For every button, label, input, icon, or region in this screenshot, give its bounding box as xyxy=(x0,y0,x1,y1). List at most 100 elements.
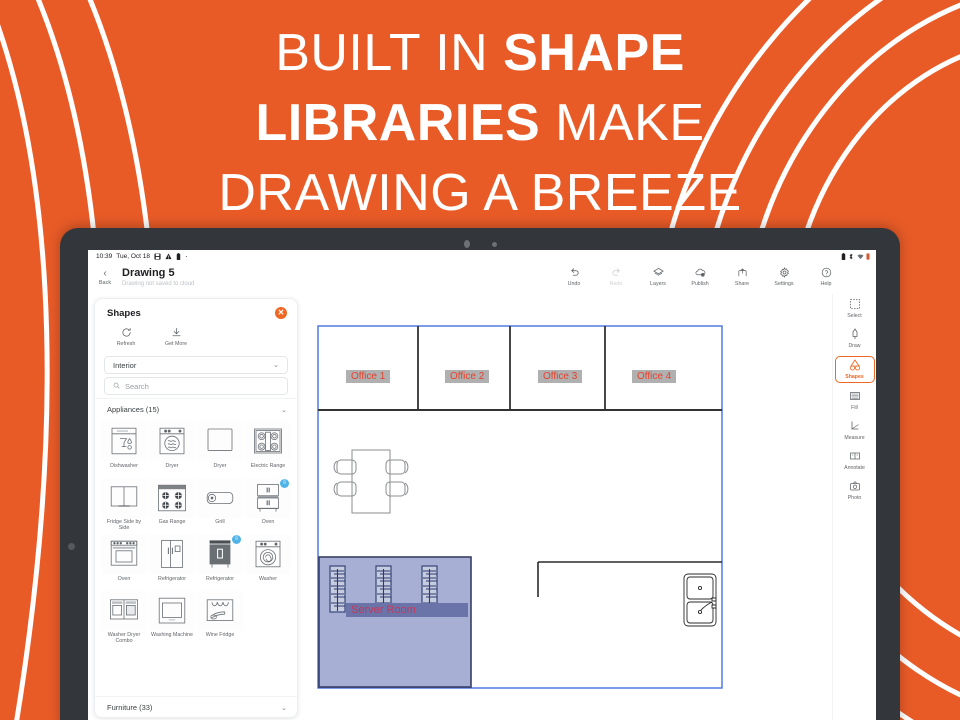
gas-range-icon xyxy=(149,477,195,518)
measure-icon xyxy=(835,420,875,434)
refresh-button[interactable]: Refresh xyxy=(109,327,143,347)
shape-item[interactable]: Dryer xyxy=(197,421,243,476)
room-label-server-room[interactable]: Server Room xyxy=(346,603,468,617)
shape-item[interactable]: Oven xyxy=(101,534,147,589)
toolbar-settings-button[interactable]: Settings xyxy=(770,267,798,287)
get-more-button[interactable]: Get More xyxy=(159,327,193,347)
electric-range-icon xyxy=(245,421,291,461)
dot-icon: · xyxy=(185,252,188,261)
document-title[interactable]: Drawing 5 xyxy=(122,267,194,280)
room-label-office-1[interactable]: Office 1 xyxy=(346,370,391,383)
shape-label: Washing Machine xyxy=(151,632,193,638)
shape-item[interactable]: Electric Range xyxy=(245,421,291,476)
close-icon[interactable]: ✕ xyxy=(275,307,287,319)
app-header: ‹ Back Drawing 5 Drawing not saved to cl… xyxy=(88,263,876,295)
library-select-value: Interior xyxy=(113,360,137,370)
camera-lens-icon xyxy=(463,240,470,248)
shape-item[interactable]: Washer Dryer Combo xyxy=(101,590,147,646)
headline-line-3: DRAWING A BREEZE xyxy=(218,164,742,222)
toolbar-publish-label: Publish xyxy=(691,281,709,287)
toolbar-settings-label: Settings xyxy=(774,281,794,287)
shape-item[interactable]: Washing Machine xyxy=(149,590,195,646)
select-icon xyxy=(835,298,875,312)
headline-line-2: LIBRARIES MAKE xyxy=(0,88,960,158)
shapes-icon xyxy=(836,359,874,373)
shape-label: Electric Range xyxy=(250,462,286,469)
rail-item-annotate-label: Annotate xyxy=(844,465,865,471)
toolbar-redo-label: Redo xyxy=(609,281,623,287)
library-select[interactable]: Interior ⌄ xyxy=(104,356,288,374)
shape-item[interactable]: Gas Range xyxy=(149,477,195,533)
fridge-side-by-side-icon xyxy=(101,477,147,518)
drawing-canvas[interactable]: Office 1 Office 2 Office 3 Office 4 Serv… xyxy=(304,298,830,720)
download-badge-icon[interactable]: ⇩ xyxy=(232,535,241,544)
toolbar-redo-button[interactable]: Redo xyxy=(602,267,630,287)
document-subtitle: Drawing not saved to cloud xyxy=(122,281,195,287)
category-furniture[interactable]: Furniture (33) ⌄ xyxy=(95,696,297,717)
rail-item-select[interactable]: Select xyxy=(835,296,875,321)
top-toolbar: Undo Redo Layers Publish Share Settings … xyxy=(560,267,840,287)
download-badge-icon[interactable]: ⇩ xyxy=(280,478,289,488)
document-title-block: Drawing 5 Drawing not saved to cloud xyxy=(122,267,194,287)
rail-item-shapes[interactable]: Shapes xyxy=(834,356,875,383)
shapes-panel-header: Shapes ✕ xyxy=(95,299,297,323)
rail-item-photo[interactable]: Photo xyxy=(835,478,875,503)
search-placeholder: Search xyxy=(125,381,149,391)
shape-item[interactable]: Dryer xyxy=(149,421,195,476)
bluetooth-icon xyxy=(849,253,853,260)
rail-item-shapes-label: Shapes xyxy=(845,374,864,380)
shape-item[interactable]: ⇩ Oven xyxy=(245,477,291,533)
shape-item[interactable]: Fridge Side by Side xyxy=(101,477,147,533)
shape-item[interactable]: ⇩ Refrigerator xyxy=(197,534,243,589)
toolbar-help-button[interactable]: Help xyxy=(812,267,840,287)
back-button[interactable]: ‹ Back xyxy=(92,267,118,286)
shape-item[interactable]: Dishwasher xyxy=(101,421,147,476)
toolbar-layers-button[interactable]: Layers xyxy=(644,267,672,287)
tablet-screen: 10:39 Tue, Oct 18 · ‹ Back Drawing 5 Dra… xyxy=(88,250,876,720)
toolbar-publish-button[interactable]: Publish xyxy=(686,267,714,287)
oven-double-icon: ⇩ xyxy=(245,477,291,518)
room-label-office-3[interactable]: Office 3 xyxy=(538,370,583,383)
room-label-office-2[interactable]: Office 2 xyxy=(445,370,490,383)
chevron-down-icon: ⌄ xyxy=(281,704,287,712)
chevron-down-icon: ⌄ xyxy=(281,406,287,414)
toolbar-share-label: Share xyxy=(734,281,750,287)
shape-item[interactable]: Wine Fridge xyxy=(197,590,243,646)
rail-item-draw[interactable]: Draw xyxy=(835,326,875,351)
shape-label: Washer xyxy=(258,575,278,582)
download-icon xyxy=(159,327,193,340)
dryer-plain-icon xyxy=(197,421,243,461)
shape-label: Dryer xyxy=(165,462,179,469)
toolbar-share-button[interactable]: Share xyxy=(728,267,756,287)
rail-item-annotate[interactable]: Annotate xyxy=(835,448,875,473)
redo-icon xyxy=(602,267,630,280)
search-input[interactable]: Search xyxy=(104,377,288,395)
washer-icon xyxy=(245,534,291,574)
category-appliances[interactable]: Appliances (15) ⌄ xyxy=(95,398,297,419)
status-date: Tue, Oct 18 xyxy=(116,253,150,260)
device-side-button[interactable] xyxy=(68,543,75,550)
dishwasher-icon xyxy=(101,421,147,461)
undo-icon xyxy=(560,267,588,280)
get-more-label: Get More xyxy=(164,341,188,347)
rail-item-measure[interactable]: Measure xyxy=(835,418,875,443)
shape-list-scroll[interactable]: Dishwasher Dryer Dryer Electric Range Fr… xyxy=(95,419,297,715)
rail-item-fill-label: Fill xyxy=(851,405,858,411)
battery-small-icon xyxy=(176,253,181,260)
photo-icon xyxy=(835,480,875,494)
shape-item[interactable]: Washer xyxy=(245,534,291,589)
shape-item[interactable]: Grill xyxy=(197,477,243,533)
room-label-office-4[interactable]: Office 4 xyxy=(632,370,677,383)
toolbar-undo-button[interactable]: Undo xyxy=(560,267,588,287)
shape-item[interactable]: Refrigerator xyxy=(149,534,195,589)
refrigerator-icon xyxy=(149,534,195,574)
tablet-camera-group xyxy=(60,240,900,248)
shape-grid: Dishwasher Dryer Dryer Electric Range Fr… xyxy=(95,419,297,645)
status-bar: 10:39 Tue, Oct 18 · xyxy=(88,250,876,263)
washing-machine-icon xyxy=(149,590,195,631)
layers-icon xyxy=(644,267,672,280)
rail-item-fill[interactable]: Fill xyxy=(835,388,875,413)
share-icon xyxy=(728,267,756,280)
fill-icon xyxy=(835,390,875,404)
category-appliances-label: Appliances (15) xyxy=(107,405,160,414)
